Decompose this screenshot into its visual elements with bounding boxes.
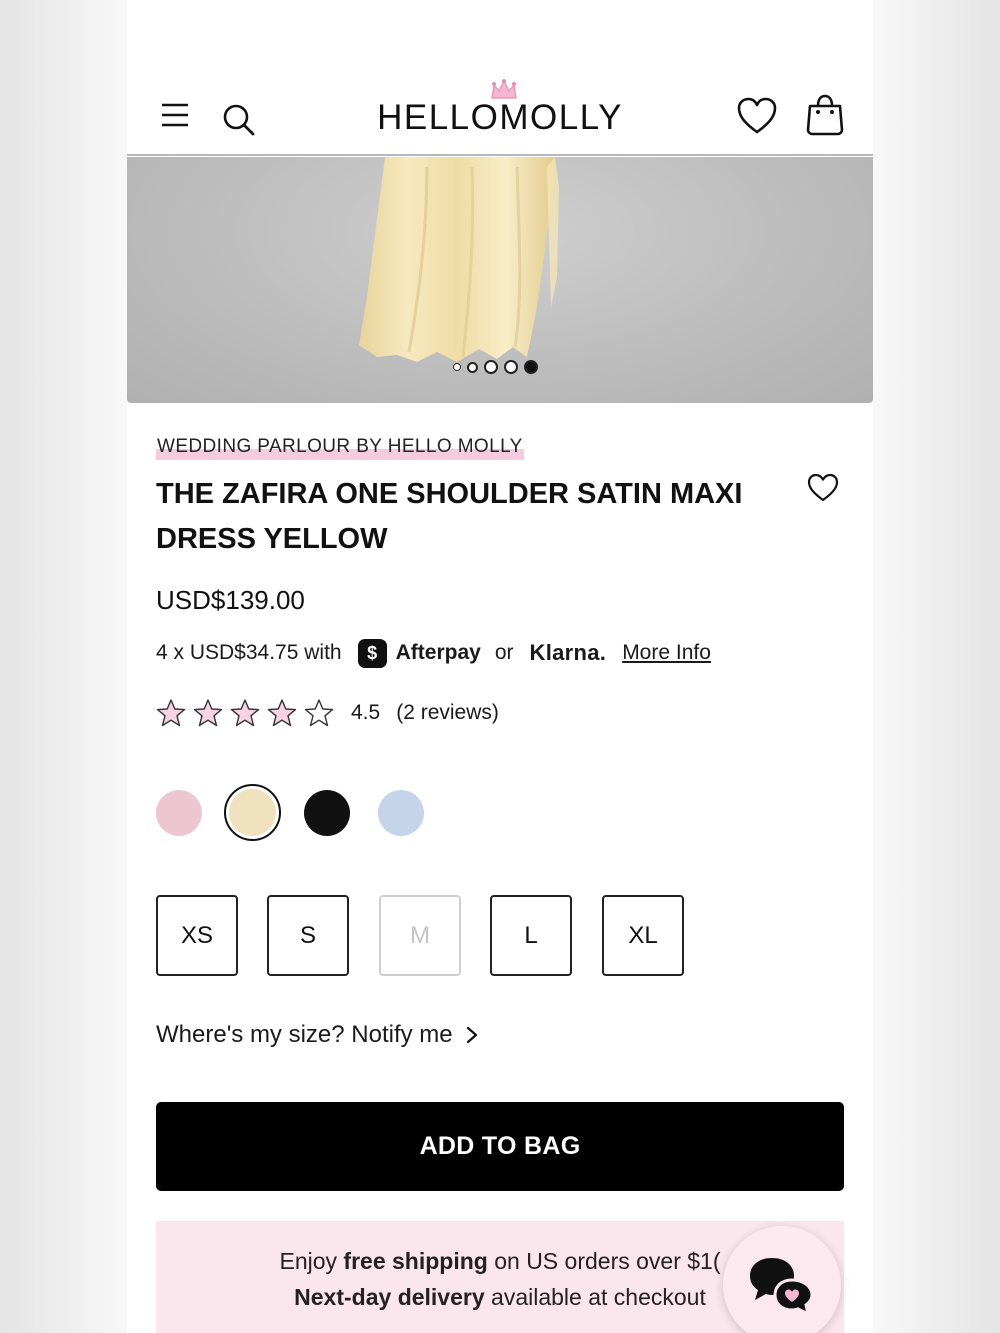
star-icon — [193, 699, 223, 727]
more-info-link[interactable]: More Info — [622, 641, 711, 665]
chevron-right-icon — [466, 1026, 477, 1044]
delivery-text: available at checkout — [484, 1284, 706, 1310]
color-swatch-cream[interactable] — [229, 789, 276, 836]
color-swatch-black[interactable] — [304, 790, 350, 836]
rating-value: 4.5 — [351, 701, 381, 724]
or-label: or — [494, 641, 514, 664]
size-option-xs[interactable]: XS — [156, 895, 238, 976]
carousel-dot[interactable] — [504, 360, 518, 374]
shopping-bag-button[interactable] — [803, 92, 847, 138]
wishlist-button[interactable] — [735, 94, 779, 138]
product-image[interactable] — [127, 157, 873, 403]
add-to-bag-button[interactable]: ADD TO BAG — [156, 1102, 844, 1191]
shipping-highlight: free shipping — [343, 1248, 488, 1274]
star-icon — [304, 699, 334, 727]
carousel-indicators — [453, 357, 538, 377]
site-logo[interactable]: HELLOMOLLY — [377, 79, 623, 140]
shipping-text: Enjoy — [279, 1248, 344, 1274]
chat-icon — [750, 1258, 814, 1316]
color-swatch-blue[interactable] — [378, 790, 424, 836]
color-swatch-pink[interactable] — [156, 790, 202, 836]
menu-button[interactable] — [157, 98, 193, 132]
product-rating[interactable]: 4.5 (2 reviews) — [156, 696, 499, 730]
afterpay-label: Afterpay — [395, 641, 481, 664]
carousel-dot[interactable] — [453, 363, 461, 371]
chat-button[interactable] — [723, 1226, 841, 1333]
size-option-xl[interactable]: XL — [602, 895, 684, 976]
star-icon — [230, 699, 260, 727]
klarna-label: Klarna. — [529, 640, 607, 665]
search-button[interactable] — [219, 100, 259, 140]
menu-icon — [162, 103, 188, 127]
status-bar — [127, 0, 873, 10]
notify-me-label: Where's my size? Notify me — [156, 1021, 453, 1048]
heart-icon — [807, 473, 839, 502]
product-price: USD$139.00 — [156, 585, 305, 615]
background-left — [0, 0, 127, 1333]
brand-label[interactable]: WEDDING PARLOUR BY HELLO MOLLY — [156, 436, 524, 460]
delivery-highlight: Next-day delivery — [294, 1284, 485, 1310]
shopping-bag-icon — [806, 94, 844, 136]
product-page: HELLOMOLLY WEDDING PARLOUR BY HELLO MOLL… — [127, 0, 873, 1333]
carousel-dot-active[interactable] — [524, 360, 538, 374]
background-right — [873, 0, 1000, 1333]
shipping-text: on US orders over $1( — [487, 1248, 721, 1274]
logo-text: HELLOMOLLY — [377, 98, 623, 137]
carousel-dot[interactable] — [484, 360, 498, 374]
product-title: THE ZAFIRA ONE SHOULDER SATIN MAXI DRESS… — [156, 478, 743, 555]
star-icon — [156, 699, 186, 727]
size-option-m[interactable]: M — [379, 895, 461, 976]
star-icon — [267, 699, 297, 727]
installment-text: 4 x USD$34.75 with — [156, 641, 342, 664]
heart-icon — [737, 97, 777, 134]
review-count[interactable]: (2 reviews) — [396, 701, 499, 725]
size-option-l[interactable]: L — [490, 895, 572, 976]
installment-info: 4 x USD$34.75 with $ Afterpay or Klarna.… — [156, 636, 711, 670]
carousel-dot[interactable] — [467, 361, 478, 373]
afterpay-logo-icon: $ — [357, 638, 387, 668]
site-header: HELLOMOLLY — [127, 70, 873, 156]
search-icon — [223, 104, 255, 136]
notify-me-link[interactable]: Where's my size? Notify me — [156, 1018, 479, 1052]
add-to-wishlist-button[interactable] — [807, 473, 839, 503]
size-option-s[interactable]: S — [267, 895, 349, 976]
